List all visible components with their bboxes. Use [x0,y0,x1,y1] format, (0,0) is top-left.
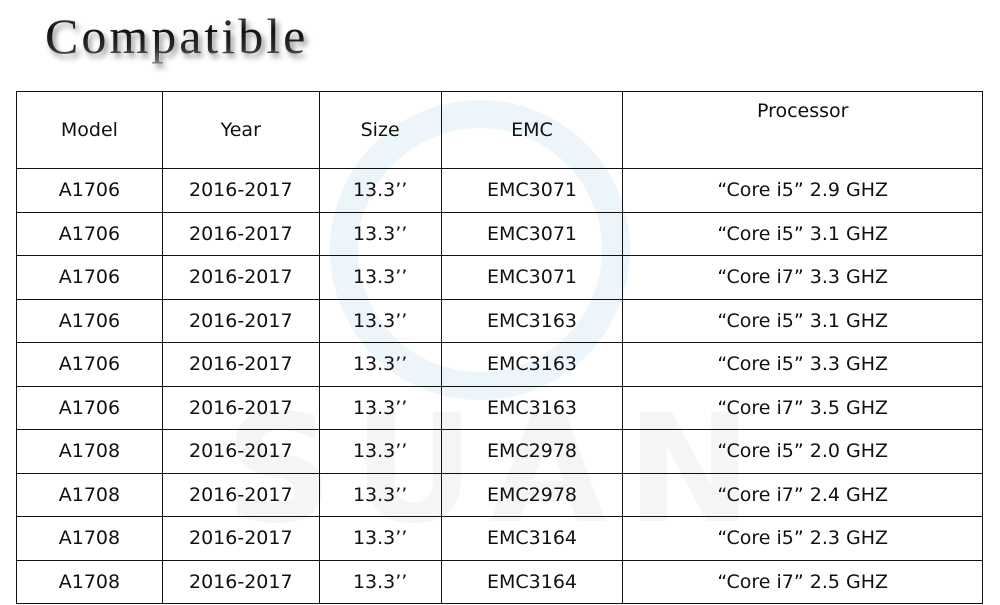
cell-processor: “Core i7” 3.5 GHZ [622,385,983,430]
cell-year: 2016-2017 [161,298,320,343]
table-row: A1708 2016-2017 13.3’’ EMC3164 “Core i5” 2.3… [16,516,983,561]
table-row: A1708 2016-2017 13.3’’ EMC2978 “Core i7” 2.4… [16,472,983,517]
cell-emc: EMC2978 [440,429,624,474]
header-processor: Processor [622,91,983,169]
cell-processor: “Core i5” 3.3 GHZ [622,342,983,387]
table-row: A1708 2016-2017 13.3’’ EMC2978 “Core i5” 2.0… [16,429,983,474]
cell-processor: “Core i5” 2.0 GHZ [622,429,983,474]
cell-model: A1706 [16,342,163,387]
cell-emc: EMC3163 [440,342,624,387]
cell-model: A1708 [16,429,163,474]
page-title: Compatible [45,8,309,64]
cell-emc: EMC3164 [440,559,624,604]
cell-emc: EMC3164 [440,516,624,561]
table-row: A1706 2016-2017 13.3’’ EMC3071 “Core i7” 3.3… [16,255,983,300]
cell-year: 2016-2017 [161,342,320,387]
cell-processor: “Core i7” 2.4 GHZ [622,472,983,517]
cell-size: 13.3’’ [318,559,442,604]
cell-model: A1708 [16,559,163,604]
cell-size: 13.3’’ [318,255,442,300]
table-row: A1706 2016-2017 13.3’’ EMC3071 “Core i5” 2.9… [16,168,983,213]
cell-processor: “Core i7” 3.3 GHZ [622,255,983,300]
cell-processor: “Core i7” 2.5 GHZ [622,559,983,604]
cell-model: A1708 [16,516,163,561]
cell-emc: EMC3071 [440,255,624,300]
cell-size: 13.3’’ [318,298,442,343]
cell-emc: EMC3163 [440,385,624,430]
header-model: Model [16,91,163,169]
cell-year: 2016-2017 [161,472,320,517]
cell-emc: EMC3163 [440,298,624,343]
compatibility-table: Model Year Size EMC Processor A1706 2016-… [16,91,983,604]
cell-size: 13.3’’ [318,385,442,430]
table-header-row: Model Year Size EMC Processor [16,91,983,169]
cell-year: 2016-2017 [161,385,320,430]
cell-year: 2016-2017 [161,211,320,256]
cell-size: 13.3’’ [318,342,442,387]
cell-year: 2016-2017 [161,429,320,474]
cell-emc: EMC2978 [440,472,624,517]
cell-size: 13.3’’ [318,472,442,517]
cell-processor: “Core i5” 2.3 GHZ [622,516,983,561]
cell-model: A1706 [16,255,163,300]
cell-size: 13.3’’ [318,516,442,561]
table-row: A1706 2016-2017 13.3’’ EMC3163 “Core i5” 3.3… [16,342,983,387]
cell-size: 13.3’’ [318,168,442,213]
cell-emc: EMC3071 [440,211,624,256]
cell-year: 2016-2017 [161,168,320,213]
cell-processor: “Core i5” 3.1 GHZ [622,298,983,343]
cell-processor: “Core i5” 3.1 GHZ [622,211,983,256]
cell-emc: EMC3071 [440,168,624,213]
cell-year: 2016-2017 [161,255,320,300]
table-row: A1706 2016-2017 13.3’’ EMC3163 “Core i5” 3.1… [16,298,983,343]
table-row: A1706 2016-2017 13.3’’ EMC3071 “Core i5” 3.1… [16,211,983,256]
table-row: A1708 2016-2017 13.3’’ EMC3164 “Core i7” 2.5… [16,559,983,604]
cell-size: 13.3’’ [318,429,442,474]
header-year: Year [161,91,320,169]
cell-model: A1706 [16,168,163,213]
header-size: Size [318,91,442,169]
cell-model: A1708 [16,472,163,517]
table-row: A1706 2016-2017 13.3’’ EMC3163 “Core i7” 3.5… [16,385,983,430]
cell-model: A1706 [16,298,163,343]
cell-model: A1706 [16,385,163,430]
cell-year: 2016-2017 [161,559,320,604]
cell-model: A1706 [16,211,163,256]
cell-year: 2016-2017 [161,516,320,561]
header-emc: EMC [440,91,624,169]
cell-processor: “Core i5” 2.9 GHZ [622,168,983,213]
cell-size: 13.3’’ [318,211,442,256]
